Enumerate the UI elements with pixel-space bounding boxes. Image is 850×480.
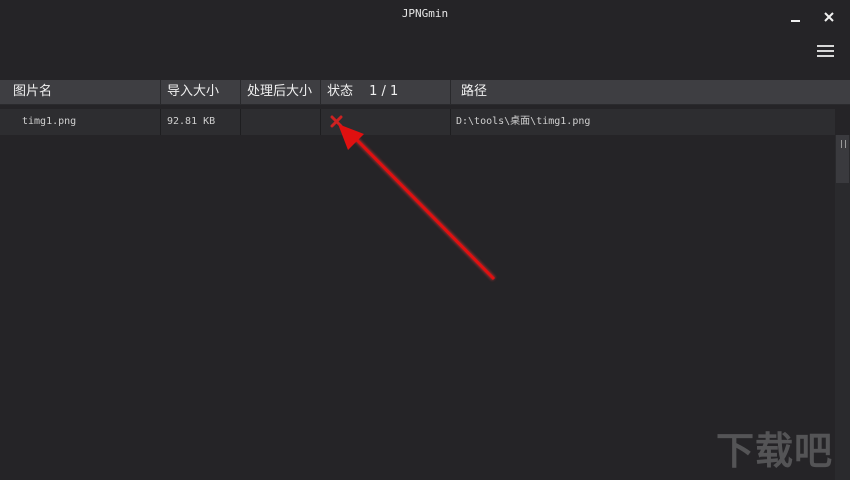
- cell-import-size: 92.81 KB: [161, 109, 241, 135]
- cell-file-name: timg1.png: [0, 109, 161, 135]
- close-button[interactable]: [817, 6, 843, 28]
- watermark: 下载吧: [716, 429, 834, 473]
- cell-file-path: D:\tools\桌面\timg1.png: [456, 116, 591, 127]
- cell-processed-size: [241, 109, 321, 135]
- status-header-label: 状态: [327, 84, 354, 99]
- column-header-name[interactable]: 图片名: [0, 80, 161, 104]
- close-icon: [824, 12, 834, 22]
- column-header-processed-size[interactable]: 处理后大小: [241, 80, 321, 104]
- progress-count: 1 / 1: [369, 84, 399, 99]
- title-bar: JPNGmin: [0, 0, 850, 34]
- vertical-scrollbar[interactable]: [835, 135, 850, 480]
- fail-x-icon: [330, 115, 343, 128]
- menu-button[interactable]: [814, 42, 838, 62]
- minimize-button[interactable]: [783, 6, 809, 28]
- table-header: 图片名 导入大小 处理后大小 状态 1 / 1 路径: [0, 80, 850, 105]
- column-header-size[interactable]: 导入大小: [161, 80, 241, 104]
- scrollbar-thumb[interactable]: [836, 135, 849, 183]
- app-title: JPNGmin: [401, 7, 449, 20]
- hamburger-menu-icon: [817, 45, 834, 47]
- annotation-arrow: [338, 124, 496, 281]
- cell-status: [321, 109, 451, 135]
- grip-icon: [841, 140, 846, 148]
- column-header-path[interactable]: 路径: [451, 80, 850, 104]
- table-row[interactable]: timg1.png 92.81 KB D:\tools\桌面\timg1.png: [0, 109, 835, 135]
- column-header-status[interactable]: 状态 1 / 1: [321, 80, 451, 104]
